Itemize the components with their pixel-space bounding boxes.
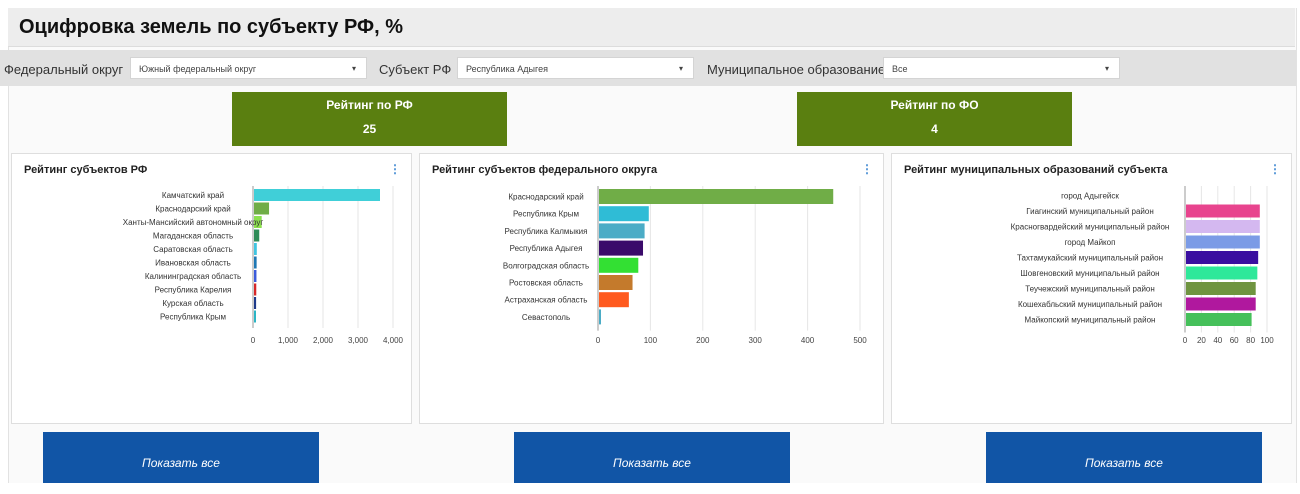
bar[interactable] [1186,235,1260,249]
x-tick-label: 500 [853,336,867,345]
category-label: Ивановская область [155,259,231,268]
category-label: Республика Адыгея [510,244,583,253]
kpi-fo-value: 4 [931,122,938,136]
category-label: город Адыгейск [1061,192,1119,201]
category-label: Магаданская область [153,232,233,241]
category-label: Камчатский край [162,191,224,200]
chevron-down-icon: ▾ [1104,64,1109,73]
category-label: Красногвардейский муниципальный район [1011,223,1170,232]
x-tick-label: 100 [1260,336,1274,345]
municipality-select[interactable]: Все ▾ [883,57,1120,79]
bar[interactable] [1186,282,1256,295]
bar[interactable] [1186,313,1252,326]
category-label: Астраханская область [505,296,588,305]
category-label: Теучежский муниципальный район [1025,285,1155,294]
x-tick-label: 60 [1230,336,1239,345]
category-label: Республика Крым [513,210,579,219]
bar[interactable] [254,189,380,201]
x-tick-label: 400 [801,336,815,345]
bar[interactable] [599,189,834,204]
bar[interactable] [599,257,639,273]
bar[interactable] [254,229,260,242]
federal-district-label: Федеральный округ [4,62,124,77]
bar[interactable] [254,297,257,309]
x-tick-label: 100 [644,336,658,345]
subject-label: Субъект РФ [379,62,452,77]
filter-bar: Федеральный округ Южный федеральный окру… [0,50,1296,86]
kpi-rf-rating: Рейтинг по РФ 25 [232,92,507,146]
bar[interactable] [254,243,257,255]
x-tick-label: 40 [1213,336,1222,345]
subject-value: Республика Адыгея [466,64,548,74]
chevron-down-icon: ▾ [678,64,683,73]
bar[interactable] [254,256,257,269]
x-tick-label: 2,000 [313,336,334,345]
bar[interactable] [1186,204,1260,218]
x-tick-label: 300 [749,336,763,345]
bar[interactable] [254,283,257,296]
category-label: Волгоградская область [503,261,589,270]
x-tick-label: 0 [1183,336,1188,345]
x-tick-label: 0 [596,336,601,345]
x-tick-label: 80 [1246,336,1255,345]
show-all-button[interactable]: Показать все [986,432,1262,483]
category-label: Ханты-Мансийский автономный округ [123,218,264,227]
federal-district-value: Южный федеральный округ [139,64,257,74]
kpi-rf-title: Рейтинг по РФ [326,98,413,112]
category-label: Тахтамукайский муниципальный район [1017,254,1163,263]
bar[interactable] [1186,266,1258,280]
x-tick-label: 0 [251,336,256,345]
category-label: Майкопский муниципальный район [1025,316,1156,325]
kpi-fo-rating: Рейтинг по ФО 4 [797,92,1072,146]
category-label: Ростовская область [509,279,583,288]
page-header: Оцифровка земель по субъекту РФ, % [8,8,1295,47]
bar[interactable] [254,270,257,282]
municipality-value: Все [892,64,908,74]
page-title: Оцифровка земель по субъекту РФ, % [19,16,403,38]
kpi-fo-title: Рейтинг по ФО [890,98,979,112]
category-label: Саратовская область [153,245,233,254]
show-all-button[interactable]: Показать все [43,432,319,483]
category-label: Республика Крым [160,313,226,322]
bar[interactable] [1186,297,1256,311]
kpi-rf-value: 25 [362,122,377,136]
bar[interactable] [1186,220,1260,233]
subject-select[interactable]: Республика Адыгея ▾ [457,57,694,79]
chevron-down-icon: ▾ [351,64,356,73]
bar[interactable] [599,206,649,222]
category-label: Калининградская область [145,272,241,281]
category-label: Кошехабльский муниципальный район [1018,300,1162,309]
panel-fo-ranking: Рейтинг субъектов федерального округа ⋮ … [419,153,884,424]
bar[interactable] [599,309,601,325]
bar[interactable] [599,223,645,239]
category-label: Шовгеновский муниципальный район [1020,269,1159,278]
bar[interactable] [254,310,256,323]
category-label: Гиагинский муниципальный район [1026,207,1154,216]
panel-rf-ranking: Рейтинг субъектов РФ ⋮ 0 1,000 2,000 3,000 4… [11,153,412,424]
category-label: Республика Карелия [155,286,232,295]
chart-rf-ranking: 0 1,000 2,000 3,000 4,000 Камчатский край Крас… [123,186,404,345]
chart-fo-ranking: 0 100 200 300 400 500 Краснодарский край Респуб… [503,186,867,345]
chart-municipal-ranking: 0 20 40 60 80 100 город Адыгейск Гиагинский мун… [1011,186,1274,345]
show-all-button[interactable]: Показать все [514,432,790,483]
bar[interactable] [599,292,629,308]
x-tick-label: 200 [696,336,710,345]
x-tick-label: 4,000 [383,336,404,345]
category-label: Курская область [162,299,223,308]
category-label: Краснодарский край [155,205,230,214]
bar[interactable] [599,240,644,256]
bar[interactable] [599,275,633,290]
x-tick-label: 20 [1197,336,1206,345]
x-tick-label: 1,000 [278,336,299,345]
panel-municipal-ranking: Рейтинг муниципальных образований субъек… [891,153,1292,424]
federal-district-select[interactable]: Южный федеральный округ ▾ [130,57,367,79]
category-label: Краснодарский край [508,193,583,202]
bar[interactable] [254,202,270,215]
category-label: Севастополь [522,313,570,322]
x-tick-label: 3,000 [348,336,369,345]
bar[interactable] [1186,251,1259,264]
category-label: Республика Калмыкия [505,227,588,236]
category-label: город Майкоп [1065,238,1116,247]
municipality-label: Муниципальное образование [707,62,886,77]
